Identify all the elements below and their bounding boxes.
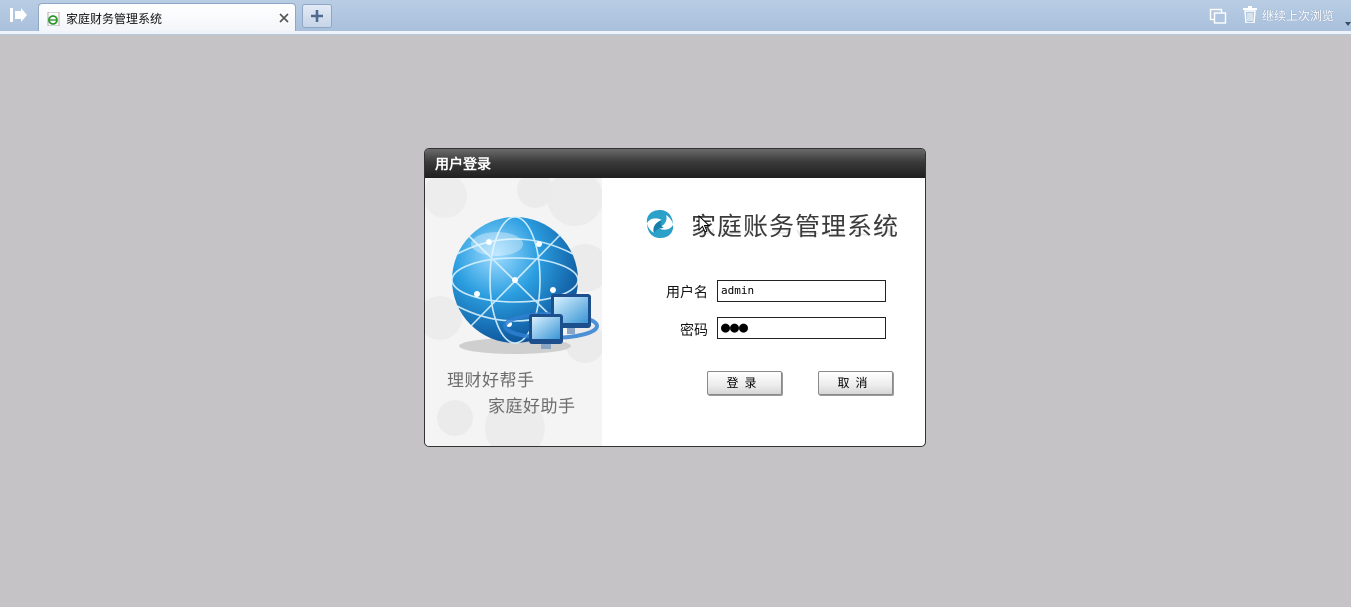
mouse-cursor-icon xyxy=(698,215,710,233)
dialog-title: 用户登录 xyxy=(435,157,491,173)
brand-title-reflection: 家庭账务管理系统 xyxy=(691,229,899,243)
continue-last-browse-button[interactable]: 继续上次浏览 xyxy=(1262,7,1334,24)
ie-page-icon xyxy=(47,11,61,27)
globe-network-icon xyxy=(451,216,599,354)
slogan-line-1: 理财好帮手 xyxy=(447,371,535,391)
dialog-illustration-panel: 理财好帮手 家庭好助手 xyxy=(425,178,602,446)
cancel-button[interactable]: 取消 xyxy=(818,371,893,395)
login-button[interactable]: 登录 xyxy=(707,371,782,395)
tab-bar-bottom-strip xyxy=(0,31,1351,35)
password-input[interactable]: ●●● xyxy=(717,317,886,339)
plus-icon xyxy=(311,10,323,22)
close-icon[interactable] xyxy=(277,10,291,24)
tab-title: 家庭财务管理系统 xyxy=(66,12,163,26)
trash-icon[interactable] xyxy=(1243,6,1257,24)
dialog-header: 用户登录 xyxy=(425,149,925,178)
browser-tab-active[interactable]: 家庭财务管理系统 xyxy=(38,3,296,32)
browser-tab-bar: 家庭财务管理系统 继续上次浏览 xyxy=(0,0,1351,32)
password-label: 密码 xyxy=(680,323,708,339)
username-input[interactable]: admin xyxy=(717,280,886,302)
chevron-down-icon[interactable] xyxy=(1345,12,1351,26)
username-label: 用户名 xyxy=(666,285,708,301)
brand-logo-icon xyxy=(646,210,674,238)
login-dialog: 用户登录 理财好帮手 家庭好助手 家庭账务管理系统 用户名 admin 密码 ●… xyxy=(424,148,926,447)
slogan-line-2: 家庭好助手 xyxy=(488,397,576,417)
new-tab-button[interactable] xyxy=(302,4,332,28)
restore-windows-icon[interactable] xyxy=(1209,8,1227,24)
sidebar-toggle-icon[interactable] xyxy=(9,6,29,24)
